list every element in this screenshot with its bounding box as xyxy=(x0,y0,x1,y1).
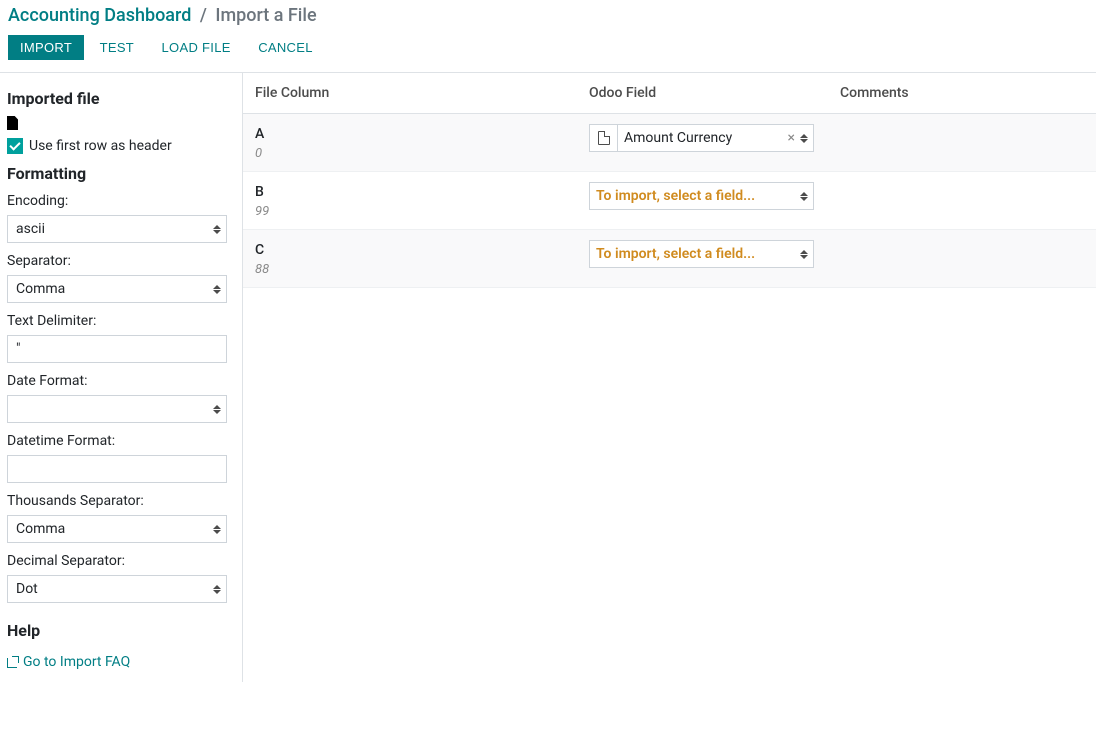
breadcrumb: Accounting Dashboard / Import a File xyxy=(0,0,1096,31)
odoo-field-cell: Amount Currency× xyxy=(589,124,840,152)
column-sample-value: 0 xyxy=(255,146,589,161)
sidebar: Imported file Use first row as header Fo… xyxy=(0,73,243,682)
odoo-field-placeholder: To import, select a field... xyxy=(590,188,799,204)
text-delimiter-label: Text Delimiter: xyxy=(7,313,234,329)
field-type-icon-slot xyxy=(590,125,618,151)
chevron-updown-icon xyxy=(799,134,813,143)
clear-field-icon[interactable]: × xyxy=(784,130,799,146)
odoo-field-cell: To import, select a field... xyxy=(589,240,840,268)
test-button[interactable]: TEST xyxy=(88,35,146,60)
header-file-column: File Column xyxy=(255,85,589,101)
file-icon xyxy=(7,116,18,130)
decimal-separator-label: Decimal Separator: xyxy=(7,553,234,569)
thousands-separator-label: Thousands Separator: xyxy=(7,493,234,509)
load-file-button[interactable]: LOAD FILE xyxy=(150,35,243,60)
mapping-row: A0Amount Currency× xyxy=(243,114,1096,172)
odoo-field-select[interactable]: Amount Currency× xyxy=(589,124,814,152)
chevron-updown-icon xyxy=(799,192,813,201)
column-letter: B xyxy=(255,184,589,200)
mapping-row: C 88To import, select a field... xyxy=(243,230,1096,288)
header-odoo-field: Odoo Field xyxy=(589,85,840,101)
datetime-format-label: Datetime Format: xyxy=(7,433,234,449)
column-sample-value: 88 xyxy=(255,262,589,277)
use-first-row-checkbox[interactable] xyxy=(7,138,23,154)
import-faq-link-label: Go to Import FAQ xyxy=(23,654,130,670)
imported-file-title: Imported file xyxy=(7,89,234,108)
chevron-updown-icon xyxy=(799,250,813,259)
breadcrumb-separator: / xyxy=(196,5,211,26)
use-first-row-label: Use first row as header xyxy=(29,138,172,154)
import-button[interactable]: IMPORT xyxy=(8,35,84,60)
separator-select[interactable] xyxy=(7,275,227,303)
header-comments: Comments xyxy=(840,85,1084,101)
file-column-cell: A0 xyxy=(255,124,589,161)
help-title: Help xyxy=(7,621,234,640)
file-column-cell: C 88 xyxy=(255,240,589,277)
file-column-cell: B 99 xyxy=(255,182,589,219)
thousands-separator-select[interactable] xyxy=(7,515,227,543)
column-letter: A xyxy=(255,126,589,142)
import-faq-link[interactable]: Go to Import FAQ xyxy=(7,654,130,670)
odoo-field-placeholder: To import, select a field... xyxy=(590,246,799,262)
encoding-select[interactable] xyxy=(7,215,227,243)
date-format-label: Date Format: xyxy=(7,373,234,389)
mapping-header-row: File Column Odoo Field Comments xyxy=(243,73,1096,114)
mapping-row: B 99To import, select a field... xyxy=(243,172,1096,230)
decimal-separator-select[interactable] xyxy=(7,575,227,603)
file-outline-icon xyxy=(598,131,610,145)
breadcrumb-link-accounting-dashboard[interactable]: Accounting Dashboard xyxy=(8,5,191,26)
action-bar: IMPORT TEST LOAD FILE CANCEL xyxy=(0,31,1096,72)
datetime-format-input[interactable] xyxy=(7,455,227,483)
separator-label: Separator: xyxy=(7,253,234,269)
mapping-panel: File Column Odoo Field Comments A0Amount… xyxy=(243,73,1096,682)
odoo-field-cell: To import, select a field... xyxy=(589,182,840,210)
cancel-button[interactable]: CANCEL xyxy=(246,35,325,60)
external-link-icon xyxy=(7,656,19,668)
date-format-select[interactable] xyxy=(7,395,227,423)
formatting-title: Formatting xyxy=(7,164,234,183)
odoo-field-select[interactable]: To import, select a field... xyxy=(589,240,814,268)
odoo-field-select[interactable]: To import, select a field... xyxy=(589,182,814,210)
column-sample-value: 99 xyxy=(255,204,589,219)
odoo-field-value: Amount Currency xyxy=(618,130,784,146)
text-delimiter-input[interactable] xyxy=(7,335,227,363)
encoding-label: Encoding: xyxy=(7,193,234,209)
breadcrumb-current: Import a File xyxy=(215,5,316,26)
column-letter: C xyxy=(255,242,589,258)
